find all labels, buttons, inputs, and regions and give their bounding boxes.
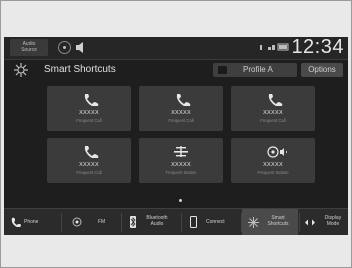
nav-connect-label: Connect (206, 219, 225, 225)
shortcut-name: XXXXX (263, 110, 283, 116)
nav-fm-label: FM (98, 219, 106, 225)
signal-battery-icon (260, 43, 289, 51)
audio-source-label: Audio Source (21, 41, 37, 53)
shortcut-name: XXXXX (79, 110, 99, 116)
bottom-nav: Phone FM Bluetooth Audio Connect Smart S… (4, 208, 348, 235)
nav-smart-shortcuts[interactable]: Smart Shortcuts (242, 209, 298, 235)
page-title: Smart Shortcuts (44, 64, 116, 75)
smartphone-icon (190, 216, 197, 228)
shortcut-name: XXXXX (171, 162, 191, 168)
home-circle-icon[interactable] (58, 41, 71, 54)
nav-display-mode[interactable]: Display Mode (300, 209, 348, 235)
phone-icon (84, 146, 99, 158)
shortcut-type: Frequent Station (165, 170, 197, 175)
page-frame: Audio Source 12:34 Smart Shortcuts Profi… (0, 0, 352, 268)
infotainment-screen: Audio Source 12:34 Smart Shortcuts Profi… (4, 37, 348, 235)
sparkle-icon (248, 217, 259, 228)
nav-bluetooth-audio[interactable]: Bluetooth Audio (122, 209, 180, 235)
shortcut-name: XXXXX (79, 162, 99, 168)
options-button[interactable]: Options (301, 63, 343, 77)
phone-icon (11, 217, 21, 227)
title-bar: Smart Shortcuts Profile A Options (4, 59, 348, 81)
shortcut-type: Frequent Call (76, 118, 102, 123)
shortcut-type: Frequent Call (168, 118, 194, 123)
shortcut-tile-1[interactable]: XXXXX Frequent Call (47, 86, 131, 131)
shortcut-tile-6[interactable]: XXXXX Frequent Station (231, 138, 315, 183)
shortcut-tile-5[interactable]: XXXXX Frequent Station (139, 138, 223, 183)
phone-icon (268, 94, 283, 106)
nav-display-mode-label: Display Mode (324, 215, 342, 227)
radio-icon (72, 217, 82, 227)
profile-button[interactable]: Profile A (213, 63, 297, 77)
nav-smart-shortcuts-label: Smart Shortcuts (267, 215, 289, 227)
speaker-icon (76, 42, 83, 53)
profile-label: Profile A (243, 65, 273, 74)
shortcut-type: Frequent Station (257, 170, 289, 175)
phone-icon (84, 94, 99, 106)
nav-phone[interactable]: Phone (4, 209, 60, 235)
display-mode-icon (305, 219, 315, 226)
radio-icon (174, 146, 188, 157)
shortcut-type: Frequent Call (76, 170, 102, 175)
sparkle-icon (14, 63, 28, 77)
nav-bluetooth-label: Bluetooth Audio (146, 215, 168, 227)
phone-icon (176, 94, 191, 106)
bluetooth-icon (130, 216, 136, 228)
shortcut-type: Frequent Call (260, 118, 286, 123)
nav-connect[interactable]: Connect (182, 209, 240, 235)
clock: 12:34 (291, 37, 344, 58)
shortcut-tile-4[interactable]: XXXXX Frequent Call (47, 138, 131, 183)
profile-icon (218, 66, 227, 74)
shortcut-name: XXXXX (171, 110, 191, 116)
nav-phone-label: Phone (24, 219, 39, 225)
status-bar: Audio Source 12:34 (4, 37, 348, 60)
shortcut-tile-3[interactable]: XXXXX Frequent Call (231, 86, 315, 131)
audio-source-button[interactable]: Audio Source (10, 39, 48, 56)
page-indicator (179, 199, 182, 202)
nav-fm[interactable]: FM (62, 209, 120, 235)
shortcut-name: XXXXX (263, 162, 283, 168)
media-icon (267, 146, 287, 158)
shortcut-tile-2[interactable]: XXXXX Frequent Call (139, 86, 223, 131)
